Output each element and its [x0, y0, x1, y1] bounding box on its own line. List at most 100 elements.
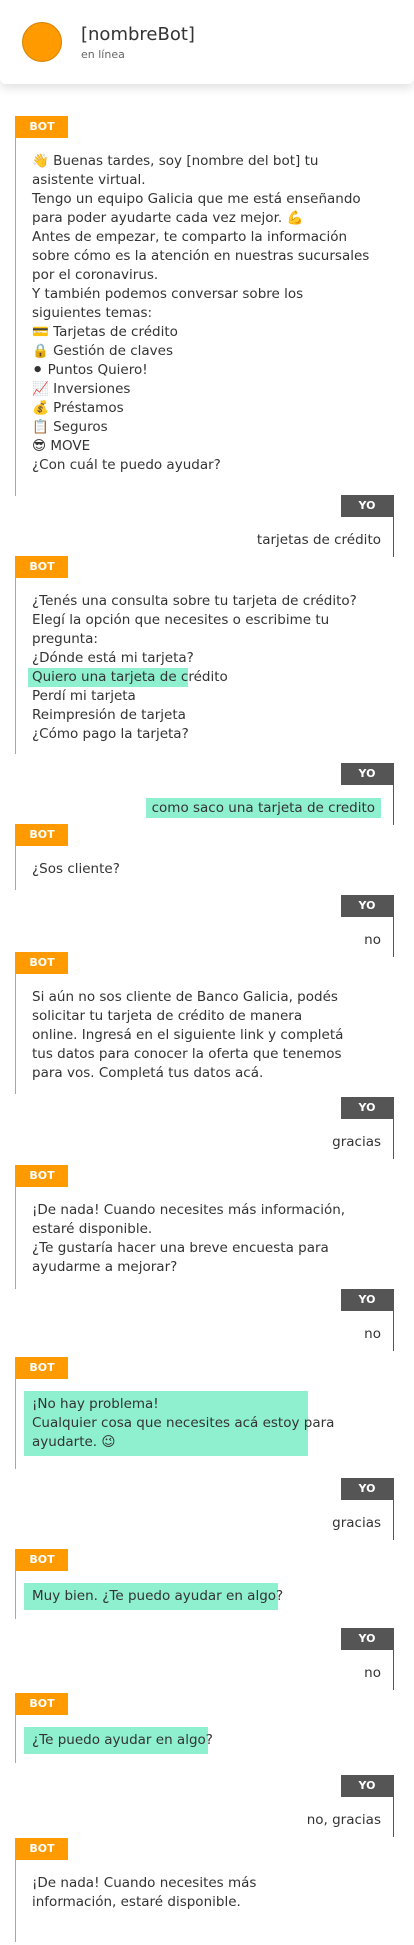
- bot-label: BOT: [16, 1693, 68, 1715]
- user-message: YO tarjetas de crédito: [194, 495, 394, 557]
- message-line: sobre cómo es la atención en nuestras su…: [32, 248, 370, 264]
- user-label: YO: [341, 1775, 393, 1797]
- message-text: gracias: [332, 1134, 381, 1150]
- bot-label: BOT: [16, 1838, 68, 1860]
- message-line: online. Ingresá en el siguiente link y c…: [32, 1027, 344, 1043]
- message-text: tarjetas de crédito: [256, 532, 381, 548]
- user-label: YO: [341, 1097, 393, 1119]
- option-where-is-my-card[interactable]: ¿Dónde está mi tarjeta?: [32, 649, 345, 668]
- bot-label: BOT: [16, 556, 68, 578]
- bot-label: BOT: [16, 1165, 68, 1187]
- user-message: YO gracias: [314, 1097, 394, 1159]
- bot-avatar: [22, 22, 62, 62]
- message-body: como saco una tarjeta de credito: [145, 798, 381, 818]
- bot-message: BOT ¿Te puedo ayudar en algo?: [15, 1693, 345, 1763]
- bot-label: BOT: [16, 1357, 68, 1379]
- message-bubble: ¿Te puedo ayudar en algo?: [24, 1727, 213, 1754]
- message-line: ¿Con cuál te puedo ayudar?: [32, 457, 221, 473]
- message-line: Si aún no sos cliente de Banco Galicia, …: [32, 989, 338, 1005]
- message-text: como saco una tarjeta de credito: [145, 798, 381, 818]
- message-line: ¿Sos cliente?: [32, 861, 120, 877]
- message-line: ayudarme a mejorar?: [32, 1259, 178, 1275]
- message-text: no: [364, 1326, 381, 1342]
- topic-investments[interactable]: 📈 Inversiones: [32, 380, 345, 399]
- user-label: YO: [341, 895, 393, 917]
- message-body: Si aún no sos cliente de Banco Galicia, …: [32, 988, 345, 1083]
- option-reprint-card[interactable]: Reimpresión de tarjeta: [32, 706, 345, 725]
- message-body: ¡No hay problema! Cualquier cosa que nec…: [24, 1391, 345, 1456]
- bot-message: BOT 👋 Buenas tardes, soy [nombre del bot…: [15, 116, 370, 496]
- message-text: no: [364, 932, 381, 948]
- bot-message: BOT Si aún no sos cliente de Banco Galic…: [15, 952, 345, 1094]
- message-line: 👋 Buenas tardes, soy [nombre del bot] tu: [32, 153, 319, 169]
- message-line: siguientes temas:: [32, 305, 153, 321]
- message-line: pregunta:: [32, 631, 98, 647]
- message-text: gracias: [332, 1515, 381, 1531]
- topic-loans[interactable]: 💰 Préstamos: [32, 399, 345, 418]
- message-line: Muy bien. ¿Te puedo ayudar en algo?: [32, 1588, 284, 1604]
- message-line: tus datos para conocer la oferta que ten…: [32, 1046, 342, 1062]
- message-line: para poder ayudarte cada vez mejor. 💪: [32, 210, 304, 226]
- message-body: ¡De nada! Cuando necesites más informaci…: [32, 1874, 345, 1912]
- message-line: solicitar tu tarjeta de crédito de maner…: [32, 1008, 303, 1024]
- user-message: YO no: [314, 895, 394, 957]
- message-line: Cualquier cosa que necesites acá estoy p…: [32, 1415, 335, 1431]
- option-want-credit-card[interactable]: Quiero una tarjeta de crédito: [28, 668, 228, 687]
- bot-name: [nombreBot]: [81, 24, 195, 45]
- user-message: YO como saco una tarjeta de credito: [144, 763, 394, 825]
- bot-message: BOT ¡No hay problema! Cualquier cosa que…: [15, 1357, 345, 1469]
- user-message: YO no: [314, 1289, 394, 1351]
- message-text: no: [364, 1665, 381, 1681]
- bot-status: en línea: [81, 48, 125, 61]
- option-lost-card[interactable]: Perdí mi tarjeta: [32, 687, 345, 706]
- user-message: YO no: [314, 1628, 394, 1690]
- topic-password-management[interactable]: 🔒 Gestión de claves: [32, 342, 345, 361]
- bot-label: BOT: [16, 824, 68, 846]
- user-label: YO: [341, 1289, 393, 1311]
- message-body: Muy bien. ¿Te puedo ayudar en algo?: [24, 1583, 345, 1610]
- message-bubble: ¡No hay problema! Cualquier cosa que nec…: [24, 1391, 335, 1456]
- topic-move[interactable]: 😎 MOVE: [32, 437, 345, 456]
- user-label: YO: [341, 763, 393, 785]
- message-line: estaré disponible.: [32, 1221, 153, 1237]
- message-line: ¡De nada! Cuando necesites más: [32, 1875, 257, 1891]
- message-line: información, estaré disponible.: [32, 1894, 241, 1910]
- topic-credit-cards[interactable]: 💳 Tarjetas de crédito: [32, 323, 345, 342]
- message-body: ¿Tenés una consulta sobre tu tarjeta de …: [28, 592, 357, 744]
- message-body: ¿Sos cliente?: [32, 860, 345, 879]
- message-line: ¡No hay problema!: [32, 1396, 159, 1412]
- message-line: Elegí la opción que necesites o escribim…: [32, 612, 330, 628]
- message-line: por el coronavirus.: [32, 267, 159, 283]
- message-line: Tengo un equipo Galicia que me está ense…: [32, 191, 361, 207]
- topic-insurance[interactable]: 📋 Seguros: [32, 418, 345, 437]
- message-line: ¡De nada! Cuando necesites más informaci…: [32, 1202, 346, 1218]
- message-line: asistente virtual.: [32, 172, 146, 188]
- topic-quiero-points[interactable]: ⚫ Puntos Quiero!: [32, 361, 345, 380]
- message-line: para vos. Completá tus datos acá.: [32, 1065, 264, 1081]
- message-line: ayudarte. 😉: [32, 1434, 116, 1450]
- user-label: YO: [341, 495, 393, 517]
- message-body: 👋 Buenas tardes, soy [nombre del bot] tu…: [32, 152, 370, 475]
- user-label: YO: [341, 1628, 393, 1650]
- bot-label: BOT: [16, 116, 68, 138]
- message-line: ¿Te gustaría hacer una breve encuesta pa…: [32, 1240, 329, 1256]
- bot-message: BOT Muy bien. ¿Te puedo ayudar en algo?: [15, 1549, 345, 1619]
- bot-message: BOT ¿Tenés una consulta sobre tu tarjeta…: [15, 556, 357, 754]
- option-how-to-pay[interactable]: ¿Cómo pago la tarjeta?: [32, 725, 345, 744]
- bot-label: BOT: [16, 952, 68, 974]
- user-message: YO gracias: [314, 1478, 394, 1540]
- bot-message: BOT ¿Sos cliente?: [15, 824, 345, 890]
- message-body: ¿Te puedo ayudar en algo?: [24, 1727, 345, 1754]
- bot-label: BOT: [16, 1549, 68, 1571]
- bot-message: BOT ¡De nada! Cuando necesites más infor…: [15, 1165, 345, 1289]
- message-text: no, gracias: [306, 1812, 381, 1828]
- message-line: ¿Tenés una consulta sobre tu tarjeta de …: [32, 593, 357, 609]
- bot-message: BOT ¡De nada! Cuando necesites más infor…: [15, 1838, 345, 1942]
- user-message: YO no, gracias: [284, 1775, 394, 1837]
- message-body: ¡De nada! Cuando necesites más informaci…: [32, 1201, 345, 1277]
- message-line: ¿Te puedo ayudar en algo?: [32, 1732, 213, 1748]
- user-label: YO: [341, 1478, 393, 1500]
- message-line: Y también podemos conversar sobre los: [32, 286, 304, 302]
- message-bubble: Muy bien. ¿Te puedo ayudar en algo?: [24, 1583, 284, 1610]
- message-line: Antes de empezar, te comparto la informa…: [32, 229, 348, 245]
